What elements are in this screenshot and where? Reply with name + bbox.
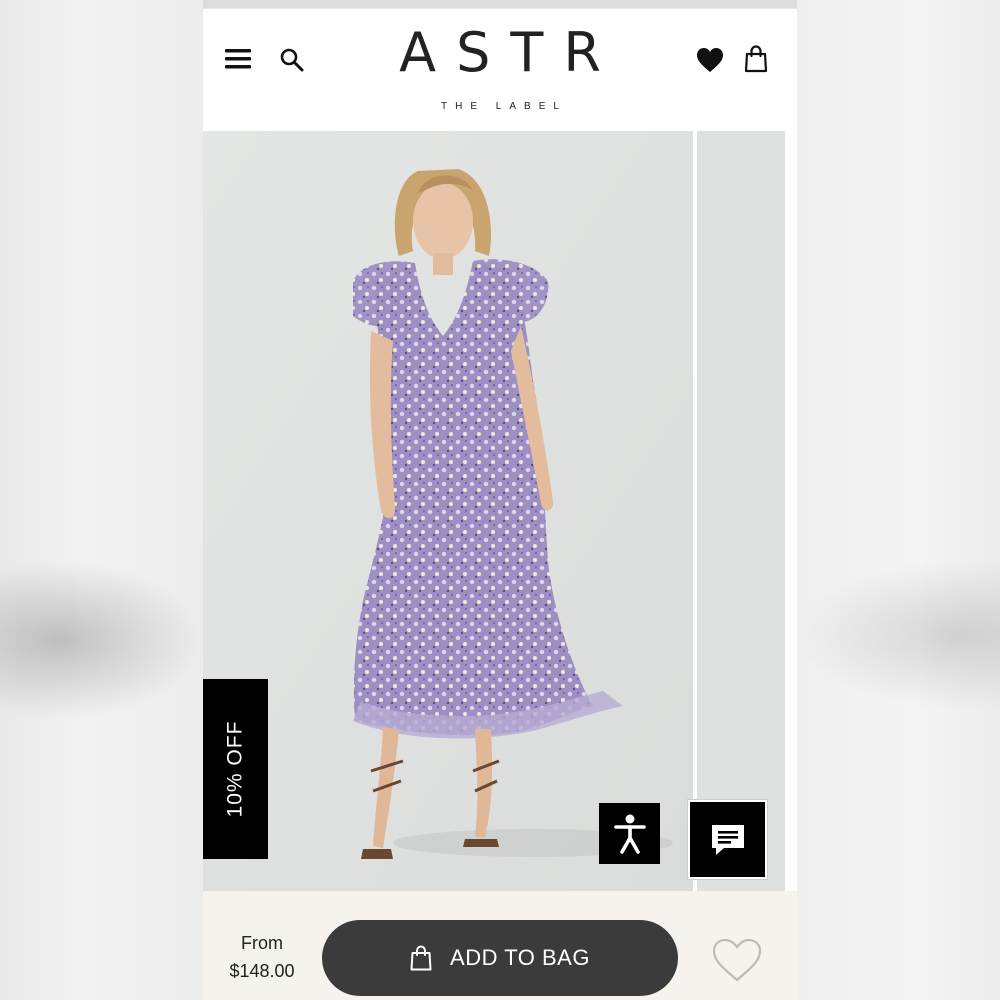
accessibility-icon <box>613 814 646 854</box>
logo-text: ASTR <box>399 21 621 84</box>
menu-icon[interactable] <box>223 45 253 73</box>
brand-logo[interactable]: ASTR THE LABEL <box>353 21 647 113</box>
discount-badge-text: 10% OFF <box>223 720 247 818</box>
discount-badge[interactable]: 10% OFF <box>203 679 268 859</box>
add-to-bag-button[interactable]: ADD TO BAG <box>322 920 678 996</box>
search-icon[interactable] <box>277 45 307 75</box>
next-product-image-preview[interactable] <box>697 131 785 891</box>
accessibility-button[interactable] <box>599 803 660 864</box>
heart-outline-icon <box>712 938 762 982</box>
shopping-bag-icon <box>410 945 432 971</box>
chat-button[interactable] <box>688 800 767 879</box>
product-page: ASTR THE LABEL 10% OFF From $148.00 ADD … <box>203 8 797 1000</box>
wishlist-button[interactable] <box>709 935 765 985</box>
add-to-bag-label: ADD TO BAG <box>450 945 590 970</box>
model-illustration <box>203 131 693 891</box>
chat-icon <box>711 824 744 855</box>
shopping-bag-icon[interactable] <box>741 43 771 75</box>
background-left <box>0 0 203 1000</box>
site-header: ASTR THE LABEL <box>203 9 797 131</box>
logo-tagline: THE LABEL <box>441 101 567 112</box>
background-right <box>797 0 1000 1000</box>
gallery-edge <box>785 131 797 891</box>
purchase-bar: From $148.00 ADD TO BAG <box>203 891 797 1000</box>
price-value: $148.00 <box>229 961 295 981</box>
heart-icon[interactable] <box>695 45 725 75</box>
price-block: From $148.00 <box>217 929 307 985</box>
product-image[interactable]: 10% OFF <box>203 131 693 891</box>
product-image-gallery[interactable]: 10% OFF <box>203 131 797 891</box>
price-prefix: From <box>241 933 283 953</box>
